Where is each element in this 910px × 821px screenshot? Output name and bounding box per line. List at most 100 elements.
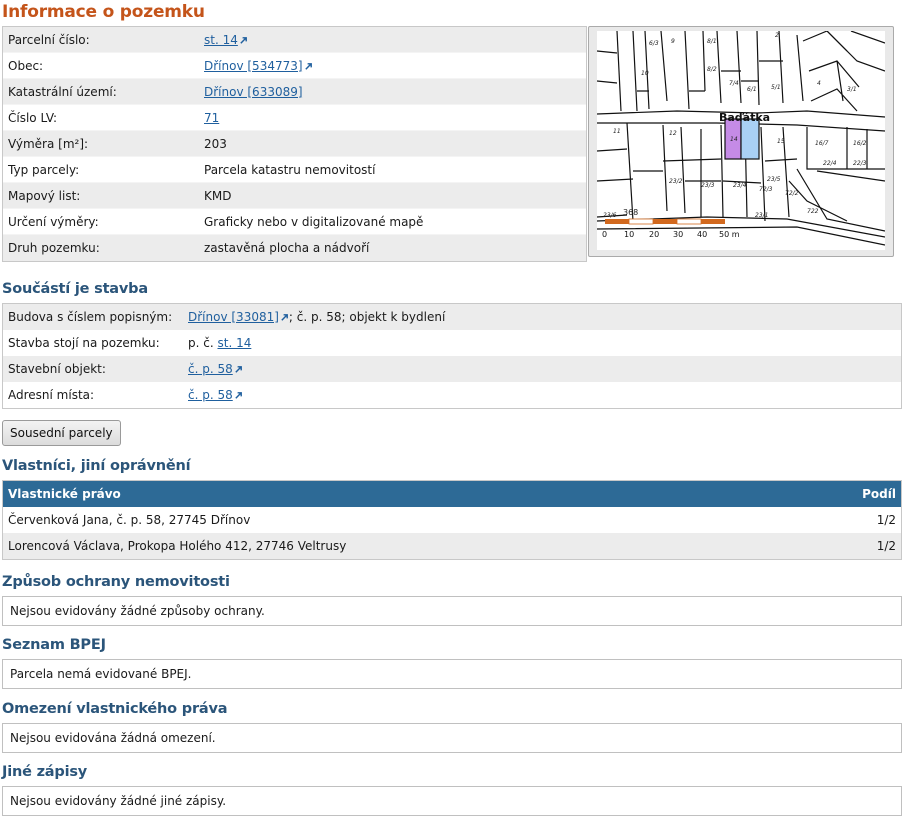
map-parcel-label: 10 <box>641 70 649 77</box>
row-lv-number: Číslo LV: 71 <box>3 105 586 131</box>
external-link-icon[interactable] <box>280 313 289 322</box>
external-link-icon[interactable] <box>234 391 243 400</box>
map-parcel-label: 722 <box>807 208 819 215</box>
external-link-icon[interactable] <box>234 365 243 374</box>
link-building-parcel[interactable]: st. 14 <box>217 336 251 350</box>
section-title-protection: Způsob ochrany nemovitosti <box>2 574 230 590</box>
link-address-points[interactable]: č. p. 58 <box>188 388 233 402</box>
row-address-points: Adresní místa: č. p. 58 <box>3 382 901 408</box>
table-row: Červenková Jana, č. p. 58, 27745 Dřínov … <box>3 507 901 533</box>
map-scale-label: 50 m <box>719 230 740 239</box>
value-parcel-type: Parcela katastru nemovitostí <box>204 162 376 177</box>
section-title-bpej: Seznam BPEJ <box>2 637 106 653</box>
cadastral-map-frame[interactable]: Baďátka 14 15 12 11 16/7 23/2 23/3 23/4 … <box>588 26 894 257</box>
map-parcel-label: 14 <box>730 136 738 143</box>
section-title-building: Součástí je stavba <box>2 281 148 297</box>
header-ownership-right: Vlastnické právo <box>8 487 121 501</box>
map-parcel-label: 368 <box>623 208 638 217</box>
owners-table: Vlastnické právo Podíl Červenková Jana, … <box>2 480 902 560</box>
neighbor-parcels-button[interactable]: Sousední parcely <box>2 420 121 446</box>
map-scale-bar <box>605 218 725 225</box>
map-parcel-label: 23/5 <box>767 176 781 183</box>
map-parcel-label: 8/2 <box>707 66 717 73</box>
parcel-info-table: Parcelní číslo: st. 14 Obec: Dřínov [534… <box>2 26 587 262</box>
label-cadastral-area: Katastrální území: <box>8 84 117 99</box>
map-parcel-label: 8/1 <box>707 38 717 45</box>
external-link-icon[interactable] <box>304 62 313 71</box>
row-building-on-parcel: Stavba stojí na pozemku: p. č. st. 14 <box>3 330 901 356</box>
map-scale-label: 40 <box>697 230 707 239</box>
value-area: 203 <box>204 136 227 151</box>
row-building-number: Budova s číslem popisným: Dřínov [33081]… <box>3 304 901 330</box>
value-area-determination: Graficky nebo v digitalizované mapě <box>204 214 424 229</box>
cadastral-map-drawing: Baďátka 14 15 12 11 16/7 23/2 23/3 23/4 … <box>597 31 885 246</box>
map-scale-label: 30 <box>673 230 683 239</box>
building-table: Budova s číslem popisným: Dřínov [33081]… <box>2 303 902 409</box>
map-scale-label: 10 <box>624 230 634 239</box>
map-parcel-label: 4 <box>817 80 821 87</box>
map-parcel-label: 3/1 <box>847 86 857 93</box>
owner-name: Lorencová Václava, Prokopa Holého 412, 2… <box>8 539 347 553</box>
map-parcel-label: 23/1 <box>755 212 768 219</box>
protection-text: Nejsou evidovány žádné způsoby ochrany. <box>10 604 265 618</box>
owner-share: 1/2 <box>876 539 896 553</box>
table-row: Lorencová Václava, Prokopa Holého 412, 2… <box>3 533 901 559</box>
label-address-points: Adresní místa: <box>8 388 95 402</box>
external-link-icon[interactable] <box>239 36 248 45</box>
label-construction-object: Stavební objekt: <box>8 362 106 376</box>
bpej-box: Parcela nemá evidované BPEJ. <box>2 659 902 689</box>
label-lv-number: Číslo LV: <box>8 110 58 125</box>
link-municipality[interactable]: Dřínov [534773] <box>204 59 303 73</box>
map-parcel-label: 23/4 <box>733 182 747 189</box>
row-area-determination: Určení výměry: Graficky nebo v digitaliz… <box>3 209 586 235</box>
restrictions-box: Nejsou evidována žádná omezení. <box>2 723 902 753</box>
row-land-type: Druh pozemku: zastavěná plocha a nádvoří <box>3 235 586 261</box>
header-share: Podíl <box>862 487 896 501</box>
map-parcel-label: 23/3 <box>701 182 715 189</box>
owner-name: Červenková Jana, č. p. 58, 27745 Dřínov <box>8 513 251 527</box>
label-area-determination: Určení výměry: <box>8 214 99 229</box>
map-parcel-label: 15 <box>777 138 785 145</box>
row-map-sheet: Mapový list: KMD <box>3 183 586 209</box>
map-street-label: Baďátka <box>719 111 770 124</box>
page-title: Informace o pozemku <box>2 2 205 22</box>
label-building-on-parcel: Stavba stojí na pozemku: <box>8 336 160 350</box>
map-parcel-label: 22/4 <box>823 160 837 167</box>
cadastral-map[interactable]: Baďátka 14 15 12 11 16/7 23/2 23/3 23/4 … <box>597 31 885 250</box>
parcel-prefix: p. č. <box>188 336 218 350</box>
label-area: Výměra [m²]: <box>8 136 89 151</box>
map-parcel-label: 2 <box>775 32 779 39</box>
bpej-text: Parcela nemá evidované BPEJ. <box>10 667 192 681</box>
link-construction-object[interactable]: č. p. 58 <box>188 362 233 376</box>
link-parcel-number[interactable]: st. 14 <box>204 33 238 47</box>
label-parcel-number: Parcelní číslo: <box>8 32 90 47</box>
map-parcel-label: 16/7 <box>815 140 829 147</box>
map-parcel-label: 23/2 <box>669 178 683 185</box>
map-parcel-label: 22/3 <box>853 160 867 167</box>
link-cadastral-area[interactable]: Dřínov [633089] <box>204 85 303 99</box>
value-land-type: zastavěná plocha a nádvoří <box>204 241 370 255</box>
section-title-restrictions: Omezení vlastnického práva <box>2 701 228 717</box>
label-parcel-type: Typ parcely: <box>8 162 80 177</box>
link-building[interactable]: Dřínov [33081] <box>188 310 279 324</box>
label-municipality: Obec: <box>8 58 44 73</box>
map-scale-label: 20 <box>649 230 659 239</box>
map-parcel-label: 6/3 <box>649 40 659 47</box>
row-construction-object: Stavební objekt: č. p. 58 <box>3 356 901 382</box>
building-description: ; č. p. 58; objekt k bydlení <box>288 310 446 324</box>
label-building-number: Budova s číslem popisným: <box>8 310 173 324</box>
highlighted-building[interactable] <box>740 118 760 160</box>
link-lv-number[interactable]: 71 <box>204 111 219 125</box>
row-area: Výměra [m²]: 203 <box>3 131 586 157</box>
section-title-other: Jiné zápisy <box>2 764 88 780</box>
map-parcel-label: 16/2 <box>853 140 867 147</box>
map-parcel-label: 12 <box>669 130 677 137</box>
map-parcel-label: 23/6 <box>603 212 617 219</box>
other-records-box: Nejsou evidovány žádné jiné zápisy. <box>2 786 902 816</box>
row-parcel-number: Parcelní číslo: st. 14 <box>3 27 586 53</box>
owner-share: 1/2 <box>876 513 896 527</box>
map-parcel-label: 5/1 <box>771 84 781 91</box>
map-parcel-label: 72/2 <box>785 190 799 197</box>
map-scale-label: 0 <box>602 230 607 239</box>
section-title-owners: Vlastníci, jiní oprávnění <box>2 458 191 474</box>
